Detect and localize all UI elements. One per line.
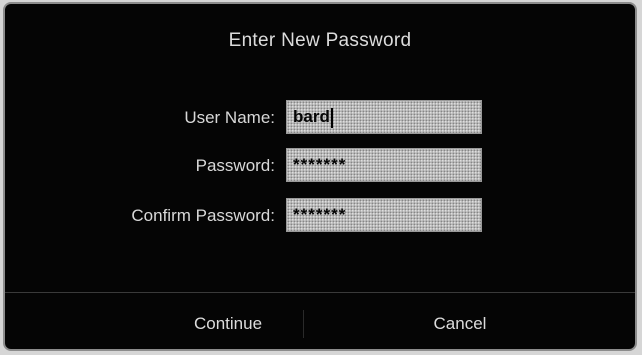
- confirm-password-value: *******: [293, 205, 347, 224]
- password-label: Password:: [195, 156, 275, 175]
- username-row: User Name: bard: [5, 100, 635, 136]
- password-value: *******: [293, 155, 347, 174]
- confirm-password-row: Confirm Password: *******: [5, 198, 635, 234]
- continue-button[interactable]: Continue: [173, 308, 283, 340]
- button-bar-divider: [5, 292, 635, 293]
- username-label: User Name:: [184, 108, 275, 127]
- confirm-password-field[interactable]: *******: [286, 198, 482, 232]
- password-row: Password: *******: [5, 148, 635, 184]
- username-value: bard: [293, 107, 330, 126]
- password-dialog: Enter New Password User Name: bard Passw…: [3, 2, 637, 351]
- password-field[interactable]: *******: [286, 148, 482, 182]
- username-field[interactable]: bard: [286, 100, 482, 134]
- dialog-title: Enter New Password: [228, 30, 412, 51]
- button-separator: [303, 310, 304, 338]
- cancel-button[interactable]: Cancel: [405, 308, 515, 340]
- confirm-password-label: Confirm Password:: [131, 206, 275, 225]
- text-cursor: [330, 107, 333, 128]
